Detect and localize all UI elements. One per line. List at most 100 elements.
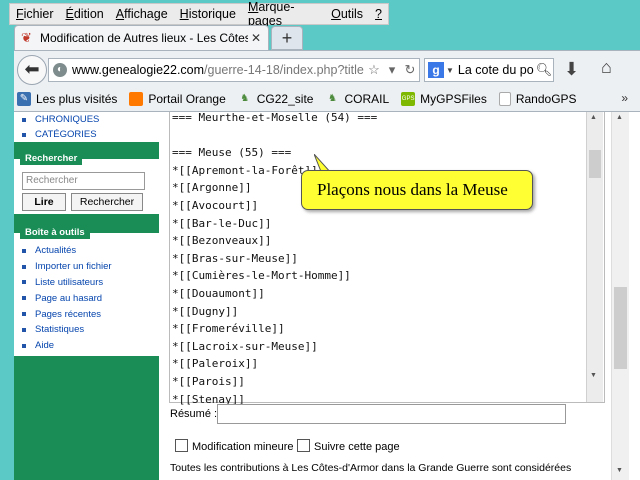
search-button[interactable]: Rechercher <box>71 193 143 211</box>
sidebar-search-input[interactable]: Rechercher <box>22 172 145 190</box>
editor-line: === Meurthe-et-Moselle (54) === <box>172 112 378 124</box>
menu-historique-label: istorique <box>188 7 236 21</box>
sidebar-top-links: CHRONIQUES CATÉGORIES <box>14 112 159 142</box>
page-icon <box>498 92 511 106</box>
bullet-icon <box>22 327 26 332</box>
wikitext-editor[interactable]: === Meurthe-et-Moselle (54) === === Meus… <box>169 112 605 406</box>
new-tab-button[interactable]: + <box>271 26 303 50</box>
search-input[interactable]: La cote du po <box>458 63 535 77</box>
toolbox-link-label: Statistiques <box>35 324 85 336</box>
toolbox-link-page-au-hasard[interactable]: Page au hasard <box>14 290 159 306</box>
navigation-bar: ⬅ ◐ www.genealogie22.com /guerre-14-18/i… <box>14 50 640 87</box>
reload-icon[interactable]: ↻ <box>401 62 419 78</box>
menu-edition[interactable]: Édition <box>60 7 110 21</box>
scroll-up-icon[interactable]: ▲ <box>616 114 623 121</box>
scroll-up-icon[interactable]: ▲ <box>590 114 597 121</box>
mygps-icon: GPS <box>401 92 416 106</box>
menu-bar: Fichier Édition Affichage Historique Mar… <box>9 0 389 28</box>
bookmark-cg22-site[interactable]: ♞ CG22_site <box>238 92 314 106</box>
toolbox-link-pages-recentes[interactable]: Pages récentes <box>14 306 159 322</box>
menu-outils-label: utils <box>340 7 364 21</box>
bookmark-mygpsfiles[interactable]: GPS MyGPSFiles <box>401 92 487 106</box>
arrow-left-icon: ⬅ <box>24 59 40 79</box>
toolbox-link-statistiques[interactable]: Statistiques <box>14 322 159 338</box>
search-box-heading: Rechercher <box>20 152 83 165</box>
cg22-icon: ♞ <box>240 93 250 104</box>
download-icon[interactable]: ⬇ <box>564 59 579 80</box>
google-icon[interactable]: g <box>428 62 444 78</box>
globe-icon: ◐ <box>53 63 67 77</box>
editor-line: *[[Bezonveaux]] <box>172 234 272 248</box>
minor-edit-checkbox[interactable] <box>175 439 188 452</box>
scroll-down-icon[interactable]: ▼ <box>590 372 597 379</box>
page-scrollbar-thumb[interactable] <box>614 287 627 369</box>
menu-affichage[interactable]: Affichage <box>110 7 174 21</box>
sidebar-toolbox: Boîte à outils Actualités Importer un fi… <box>14 226 159 356</box>
corail-icon: ♞ <box>327 93 337 104</box>
tab-title: Modification de Autres lieux - Les Côtes… <box>40 31 248 45</box>
menu-fichier-label: ichier <box>23 7 54 21</box>
toolbox-link-label: Pages récentes <box>35 308 102 320</box>
bookmarks-toolbar: ✎ Les plus visités Portail Orange ♞ CG22_s… <box>14 87 640 112</box>
toolbox-link-label: Page au hasard <box>35 292 103 304</box>
bookmark-label: CG22_site <box>256 92 314 106</box>
search-icon[interactable]: 🔍︎ <box>535 62 553 78</box>
back-button[interactable]: ⬅ <box>17 55 47 85</box>
bookmark-corail[interactable]: ♞ CORAIL <box>325 92 389 106</box>
menu-help[interactable]: ? <box>369 7 388 21</box>
tab-active[interactable]: ❦ Modification de Autres lieux - Les Côt… <box>14 25 269 50</box>
menu-fichier-accesskey: F <box>16 7 24 21</box>
toolbox-link-liste-utilisateurs[interactable]: Liste utilisateurs <box>14 275 159 291</box>
menu-outils[interactable]: Outils <box>325 7 369 21</box>
close-icon[interactable]: ✕ <box>248 31 264 45</box>
sidebar-link-categories[interactable]: CATÉGORIES <box>14 127 159 142</box>
sidebar-link-label: CHRONIQUES <box>35 114 100 125</box>
menu-historique[interactable]: Historique <box>174 7 242 21</box>
menu-marque-pages[interactable]: Marque-pages <box>242 0 325 28</box>
bookmark-label: Portail Orange <box>148 92 226 106</box>
editor-scrollbar-thumb[interactable] <box>589 150 601 178</box>
menu-fichier[interactable]: Fichier <box>10 7 60 21</box>
toolbox-link-actualites[interactable]: Actualités <box>14 243 159 259</box>
menu-affichage-accesskey: A <box>115 7 125 21</box>
bookmark-randogps[interactable]: RandoGPS <box>498 92 577 106</box>
url-path: /guerre-14-18/index.php?title <box>204 63 364 77</box>
bullet-icon <box>22 312 26 317</box>
editor-line: *[[Bras-sur-Meuse]] <box>172 251 298 265</box>
watch-page-label: Suivre cette page <box>314 441 400 453</box>
toolbox-link-label: Importer un fichier <box>35 261 112 273</box>
page-scrollbar[interactable]: ▲ ▼ <box>611 112 629 480</box>
chevron-down-icon[interactable]: ▾ <box>383 62 401 78</box>
orange-icon <box>129 92 144 106</box>
star-icon[interactable]: ☆ <box>365 62 383 78</box>
url-bar[interactable]: ◐ www.genealogie22.com /guerre-14-18/ind… <box>48 58 420 82</box>
url-host: www.genealogie22.com <box>72 63 205 77</box>
toolbox-link-label: Liste utilisateurs <box>35 276 104 288</box>
bookmark-label: Les plus visités <box>36 92 118 106</box>
menu-historique-accesskey: H <box>179 7 189 21</box>
home-icon[interactable]: ⌂ <box>601 57 612 78</box>
bookmark-portail-orange[interactable]: Portail Orange <box>129 92 226 106</box>
bookmark-les-plus-visites[interactable]: ✎ Les plus visités <box>17 92 117 106</box>
scroll-down-icon[interactable]: ▼ <box>616 467 623 474</box>
bullet-icon <box>22 343 26 348</box>
menu-affichage-label: ffichage <box>124 7 168 21</box>
toolbox-link-aide[interactable]: Aide <box>14 338 159 354</box>
editor-line: *[[Paleroix]] <box>172 357 259 371</box>
editor-scrollbar[interactable]: ▲ ▼ <box>586 112 603 402</box>
read-button[interactable]: Lire <box>22 193 66 211</box>
search-bar[interactable]: g ▼ La cote du po 🔍︎ <box>424 58 554 82</box>
engine-dropdown-icon[interactable]: ▼ <box>446 66 454 75</box>
bullet-icon <box>22 264 26 269</box>
watch-page-checkbox[interactable] <box>297 439 310 452</box>
summary-input[interactable] <box>217 404 566 424</box>
bookmark-label: CORAIL <box>344 92 390 106</box>
toolbox-link-importer[interactable]: Importer un fichier <box>14 259 159 275</box>
sidebar-link-chroniques[interactable]: CHRONIQUES <box>14 112 159 127</box>
editor-line: *[[Bar-le-Duc]] <box>172 216 272 230</box>
menu-edition-label: dition <box>73 7 104 21</box>
editor-line: *[[Douaumont]] <box>172 286 265 300</box>
editor-line: *[[Lacroix-sur-Meuse]] <box>172 339 318 353</box>
chevron-right-icon[interactable]: » <box>621 91 628 105</box>
menu-help-accesskey: ? <box>375 7 382 21</box>
